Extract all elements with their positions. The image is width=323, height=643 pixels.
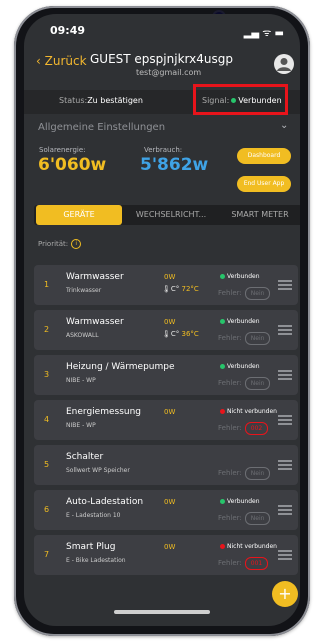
error-field: Fehler: Nein <box>218 287 271 300</box>
device-row[interactable]: 7 Smart Plug E - Bike Ladestation 0W Nicht v… <box>34 535 298 575</box>
device-temperature: 🌡C° 72°C <box>162 285 199 293</box>
drag-handle-icon[interactable] <box>278 460 292 470</box>
device-name: Schalter <box>66 452 104 462</box>
thermometer-icon: 🌡 <box>162 285 171 293</box>
drag-handle-icon[interactable] <box>278 280 292 290</box>
status-dot-icon <box>220 364 225 369</box>
device-row[interactable]: 1 Warmwasser Trinkwasser 0W 🌡C° 72°C Verbunde… <box>34 265 298 305</box>
drag-handle-icon[interactable] <box>278 325 292 335</box>
connection-status: Nicht verbunden <box>218 408 277 415</box>
status-dot-icon <box>220 319 225 324</box>
priority-number: 5 <box>44 460 50 469</box>
error-field: Fehler: Nein <box>218 377 271 390</box>
home-indicator <box>114 610 210 614</box>
chevron-down-icon[interactable]: ⌄ <box>280 120 288 131</box>
connection-status: Verbunden <box>218 498 260 505</box>
priority-number: 3 <box>44 370 50 379</box>
device-subtitle: Sollwert WP Speicher <box>66 467 130 474</box>
device-row[interactable]: 3 Heizung / Wärmepumpe NIBE - WP Verbunden F… <box>34 355 298 395</box>
device-row[interactable]: 6 Auto-Ladestation E - Ladestation 10 0W Ver… <box>34 490 298 530</box>
device-power: 0W <box>164 408 176 416</box>
error-field: Fehler: Nein <box>218 332 271 345</box>
consumption-label: Verbrauch: <box>144 146 183 154</box>
error-badge: Nein <box>244 512 271 525</box>
consumption-value: 5'862w <box>140 155 209 175</box>
error-badge: Nein <box>244 287 271 300</box>
tab-geraete[interactable]: GERÄTE <box>36 205 122 225</box>
priority-number: 1 <box>44 280 50 289</box>
thermometer-icon: 🌡 <box>162 330 171 338</box>
user-icon <box>277 58 291 71</box>
device-name: Auto-Ladestation <box>66 497 144 507</box>
device-power: 0W <box>164 543 176 551</box>
device-name: Energiemessung <box>66 407 142 417</box>
device-subtitle: NIBE - WP <box>66 377 96 384</box>
back-label: Zurück <box>44 54 87 68</box>
app-screen: 09:49 ▂▄ ᯤ ▬ ‹ Zurück GUEST epspjnjkrx4u… <box>24 14 300 626</box>
device-subtitle: Trinkwasser <box>66 287 102 294</box>
status-bar: 09:49 ▂▄ ᯤ ▬ <box>24 14 300 42</box>
avatar[interactable] <box>274 54 294 74</box>
connection-status: Verbunden <box>218 273 260 280</box>
solar-label: Solarenergie: <box>39 146 86 154</box>
drag-handle-icon[interactable] <box>278 370 292 380</box>
back-button[interactable]: ‹ Zurück <box>36 54 87 68</box>
device-temperature: 🌡C° 36°C <box>162 330 199 338</box>
device-power: 0W <box>164 498 176 506</box>
connection-status: Verbunden <box>218 318 260 325</box>
status-dot-icon <box>220 544 225 549</box>
device-name: Heizung / Wärmepumpe <box>66 362 175 372</box>
error-badge: Nein <box>244 377 271 390</box>
clock: 09:49 <box>50 24 86 37</box>
priority-number: 4 <box>44 415 50 424</box>
device-subtitle: E - Ladestation 10 <box>66 512 121 519</box>
device-subtitle: NIBE - WP <box>66 422 96 429</box>
priority-number: 6 <box>44 505 50 514</box>
device-name: Smart Plug <box>66 542 116 552</box>
priority-number: 7 <box>44 550 50 559</box>
device-row[interactable]: 4 Energiemessung NIBE - WP 0W Nicht verbunde… <box>34 400 298 440</box>
dashboard-button[interactable]: Dashboard <box>237 148 291 164</box>
drag-handle-icon[interactable] <box>278 550 292 560</box>
error-field: Fehler: Nein <box>218 467 271 480</box>
section-title[interactable]: Allgemeine Einstellungen <box>38 122 165 133</box>
tab-bar: GERÄTE WECHSELRICHT... SMART METER <box>34 205 300 225</box>
tab-smart-meter[interactable]: SMART METER <box>220 205 300 225</box>
device-subtitle: ASKOWALL <box>66 332 99 339</box>
highlight-box <box>193 84 288 115</box>
info-icon[interactable]: i <box>71 239 82 249</box>
status-dot-icon <box>220 499 225 504</box>
drag-handle-icon[interactable] <box>278 415 292 425</box>
drag-handle-icon[interactable] <box>278 505 292 515</box>
priority-number: 2 <box>44 325 50 334</box>
device-subtitle: E - Bike Ladestation <box>66 557 126 564</box>
error-badge: 001 <box>244 557 269 570</box>
user-email: test@gmail.com <box>136 68 202 77</box>
error-badge: 002 <box>244 422 269 435</box>
priority-label: Priorität: i <box>38 239 82 249</box>
error-badge: Nein <box>244 467 271 480</box>
error-field: Fehler: Nein <box>218 512 271 525</box>
signal-wifi-battery-icons: ▂▄ ᯤ ▬ <box>243 28 284 39</box>
device-row[interactable]: 5 Schalter Sollwert WP Speicher Fehler: Nein <box>34 445 298 485</box>
status-dot-icon <box>220 274 225 279</box>
solar-value: 6'060w <box>38 155 107 175</box>
device-name: Warmwasser <box>66 272 124 282</box>
device-power: 0W <box>164 318 176 326</box>
error-badge: Nein <box>244 332 271 345</box>
enduser-app-button[interactable]: End User App <box>237 176 291 192</box>
add-device-button[interactable]: + <box>272 581 298 607</box>
device-power: 0W <box>164 273 176 281</box>
page-title: GUEST epspjnjkrx4usgp <box>90 52 233 66</box>
error-field: Fehler: 001 <box>218 557 269 570</box>
device-row[interactable]: 2 Warmwasser ASKOWALL 0W 🌡C° 36°C Verbunden Fe… <box>34 310 298 350</box>
device-name: Warmwasser <box>66 317 124 327</box>
connection-status: Nicht verbunden <box>218 543 277 550</box>
error-field: Fehler: 002 <box>218 422 269 435</box>
app-header: ‹ Zurück GUEST epspjnjkrx4usgp test@gmai… <box>24 48 300 88</box>
connection-status: Verbunden <box>218 363 260 370</box>
tab-wechselrichter[interactable]: WECHSELRICHT... <box>126 205 216 225</box>
status-dot-icon <box>220 409 225 414</box>
approval-status: Status:Zu bestätigen <box>59 96 143 105</box>
